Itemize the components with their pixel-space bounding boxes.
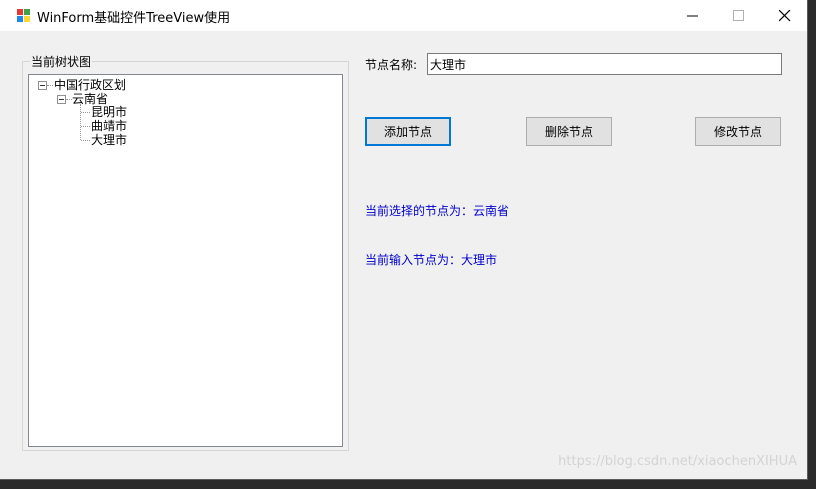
maximize-icon	[733, 10, 744, 21]
node-name-input[interactable]	[427, 53, 782, 75]
close-icon	[779, 10, 791, 22]
minimize-icon	[687, 15, 698, 17]
input-node-status: 当前输入节点为：大理市	[365, 253, 498, 267]
tree-node-province[interactable]: 云南省	[72, 92, 108, 106]
watermark: https://blog.csdn.net/xiaochenXIHUA	[558, 454, 797, 469]
add-node-button[interactable]: 添加节点	[365, 117, 451, 146]
app-icon	[17, 9, 31, 23]
maximize-button[interactable]	[716, 0, 762, 31]
groupbox-title: 当前树状图	[30, 53, 93, 70]
collapse-province-icon[interactable]	[57, 95, 66, 104]
app-window: WinForm基础控件TreeView使用 当前树状图 中国行政区划 云南省 昆…	[0, 0, 808, 480]
close-button[interactable]	[762, 0, 808, 31]
title-bar[interactable]: WinForm基础控件TreeView使用	[0, 0, 807, 31]
tree-view[interactable]: 中国行政区划 云南省 昆明市 曲靖市 大理市	[28, 74, 343, 447]
tree-node-root[interactable]: 中国行政区划	[54, 78, 126, 92]
tree-node-city[interactable]: 曲靖市	[91, 119, 127, 133]
edit-node-button[interactable]: 修改节点	[695, 117, 781, 146]
collapse-root-icon[interactable]	[38, 81, 47, 90]
window-title: WinForm基础控件TreeView使用	[37, 11, 231, 26]
tree-node-city[interactable]: 大理市	[91, 133, 127, 147]
node-name-label: 节点名称:	[365, 58, 418, 72]
delete-node-button[interactable]: 删除节点	[526, 117, 612, 146]
tree-node-city[interactable]: 昆明市	[91, 105, 127, 119]
minimize-button[interactable]	[670, 0, 716, 31]
selected-node-status: 当前选择的节点为：云南省	[365, 204, 510, 218]
